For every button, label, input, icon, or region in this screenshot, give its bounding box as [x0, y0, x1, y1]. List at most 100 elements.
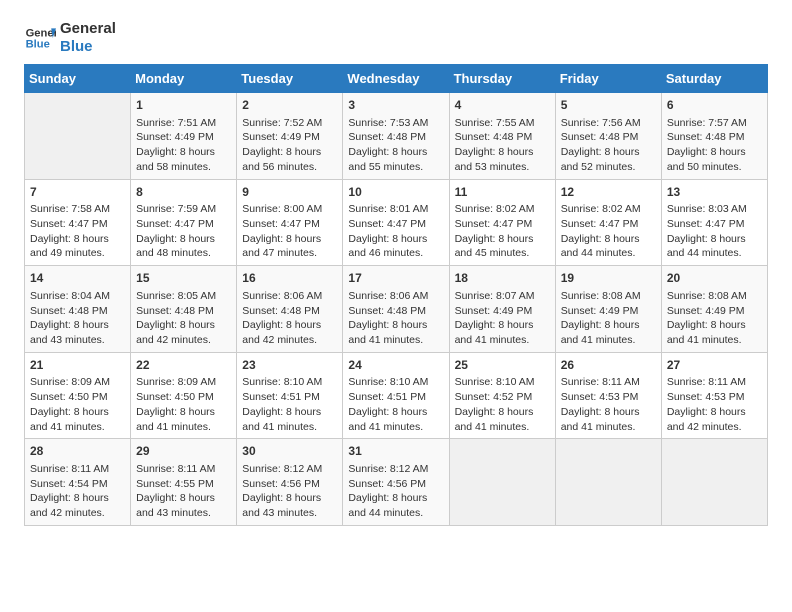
day-info-line: and 43 minutes.: [136, 506, 231, 521]
day-info-line: Sunset: 4:49 PM: [561, 304, 656, 319]
day-info-line: Sunset: 4:54 PM: [30, 477, 125, 492]
calendar-cell: 29Sunrise: 8:11 AMSunset: 4:55 PMDayligh…: [131, 439, 237, 526]
day-info-line: Sunrise: 8:01 AM: [348, 202, 443, 217]
calendar-cell: 24Sunrise: 8:10 AMSunset: 4:51 PMDayligh…: [343, 352, 449, 439]
calendar-cell: 20Sunrise: 8:08 AMSunset: 4:49 PMDayligh…: [661, 266, 767, 353]
calendar-cell: 22Sunrise: 8:09 AMSunset: 4:50 PMDayligh…: [131, 352, 237, 439]
day-info-line: and 46 minutes.: [348, 246, 443, 261]
day-info-line: Sunset: 4:48 PM: [348, 130, 443, 145]
day-info-line: Sunset: 4:55 PM: [136, 477, 231, 492]
day-number: 5: [561, 97, 656, 114]
day-info-line: Sunrise: 8:06 AM: [348, 289, 443, 304]
calendar-header-row: Sunday Monday Tuesday Wednesday Thursday…: [25, 65, 768, 93]
day-number: 26: [561, 357, 656, 374]
day-info-line: Sunset: 4:47 PM: [667, 217, 762, 232]
day-info-line: Sunrise: 7:57 AM: [667, 116, 762, 131]
day-info-line: and 41 minutes.: [561, 333, 656, 348]
day-info-line: Sunrise: 8:11 AM: [30, 462, 125, 477]
day-info-line: and 52 minutes.: [561, 160, 656, 175]
calendar-cell: 26Sunrise: 8:11 AMSunset: 4:53 PMDayligh…: [555, 352, 661, 439]
day-info-line: Sunset: 4:50 PM: [136, 390, 231, 405]
day-info-line: Daylight: 8 hours: [455, 318, 550, 333]
calendar-cell: 8Sunrise: 7:59 AMSunset: 4:47 PMDaylight…: [131, 179, 237, 266]
day-info-line: Sunrise: 8:11 AM: [561, 375, 656, 390]
day-info-line: and 41 minutes.: [30, 420, 125, 435]
calendar-cell: 18Sunrise: 8:07 AMSunset: 4:49 PMDayligh…: [449, 266, 555, 353]
day-info-line: Sunrise: 8:09 AM: [30, 375, 125, 390]
day-info-line: and 49 minutes.: [30, 246, 125, 261]
day-number: 24: [348, 357, 443, 374]
day-info-line: and 48 minutes.: [136, 246, 231, 261]
day-info-line: Sunrise: 8:06 AM: [242, 289, 337, 304]
day-info-line: Sunrise: 8:11 AM: [136, 462, 231, 477]
day-info-line: Sunset: 4:48 PM: [561, 130, 656, 145]
calendar-cell: 21Sunrise: 8:09 AMSunset: 4:50 PMDayligh…: [25, 352, 131, 439]
day-info-line: Daylight: 8 hours: [561, 318, 656, 333]
day-number: 18: [455, 270, 550, 287]
day-info-line: and 45 minutes.: [455, 246, 550, 261]
day-info-line: and 41 minutes.: [348, 420, 443, 435]
day-info-line: Sunset: 4:47 PM: [561, 217, 656, 232]
col-saturday: Saturday: [661, 65, 767, 93]
day-info-line: Daylight: 8 hours: [348, 145, 443, 160]
calendar-cell: 10Sunrise: 8:01 AMSunset: 4:47 PMDayligh…: [343, 179, 449, 266]
day-number: 27: [667, 357, 762, 374]
day-info-line: Daylight: 8 hours: [667, 318, 762, 333]
logo-icon: General Blue: [24, 22, 56, 54]
calendar-cell: 19Sunrise: 8:08 AMSunset: 4:49 PMDayligh…: [555, 266, 661, 353]
day-info-line: Daylight: 8 hours: [136, 145, 231, 160]
day-info-line: and 41 minutes.: [561, 420, 656, 435]
day-number: 31: [348, 443, 443, 460]
day-info-line: Daylight: 8 hours: [667, 145, 762, 160]
day-info-line: Sunset: 4:48 PM: [136, 304, 231, 319]
col-friday: Friday: [555, 65, 661, 93]
calendar-cell: [25, 93, 131, 180]
day-info-line: and 47 minutes.: [242, 246, 337, 261]
day-info-line: Sunrise: 8:10 AM: [242, 375, 337, 390]
day-info-line: Sunset: 4:47 PM: [136, 217, 231, 232]
day-info-line: Daylight: 8 hours: [136, 232, 231, 247]
calendar-cell: 28Sunrise: 8:11 AMSunset: 4:54 PMDayligh…: [25, 439, 131, 526]
day-info-line: Daylight: 8 hours: [242, 491, 337, 506]
day-info-line: Sunset: 4:49 PM: [455, 304, 550, 319]
day-info-line: and 53 minutes.: [455, 160, 550, 175]
day-info-line: Sunset: 4:47 PM: [348, 217, 443, 232]
col-tuesday: Tuesday: [237, 65, 343, 93]
day-number: 1: [136, 97, 231, 114]
day-number: 9: [242, 184, 337, 201]
day-info-line: Sunrise: 8:12 AM: [242, 462, 337, 477]
calendar-cell: 13Sunrise: 8:03 AMSunset: 4:47 PMDayligh…: [661, 179, 767, 266]
day-number: 22: [136, 357, 231, 374]
day-info-line: Sunset: 4:49 PM: [242, 130, 337, 145]
day-info-line: Sunrise: 7:53 AM: [348, 116, 443, 131]
day-info-line: Daylight: 8 hours: [30, 405, 125, 420]
day-info-line: Sunset: 4:49 PM: [136, 130, 231, 145]
day-info-line: Daylight: 8 hours: [561, 405, 656, 420]
logo: General Blue General Blue: [24, 20, 116, 56]
day-number: 30: [242, 443, 337, 460]
calendar-cell: 2Sunrise: 7:52 AMSunset: 4:49 PMDaylight…: [237, 93, 343, 180]
day-info-line: Sunrise: 8:10 AM: [455, 375, 550, 390]
day-info-line: Sunset: 4:47 PM: [242, 217, 337, 232]
day-info-line: Sunset: 4:51 PM: [242, 390, 337, 405]
calendar-cell: 25Sunrise: 8:10 AMSunset: 4:52 PMDayligh…: [449, 352, 555, 439]
day-info-line: Daylight: 8 hours: [667, 405, 762, 420]
day-info-line: and 44 minutes.: [348, 506, 443, 521]
day-info-line: and 41 minutes.: [667, 333, 762, 348]
day-info-line: Sunrise: 8:02 AM: [561, 202, 656, 217]
day-info-line: Daylight: 8 hours: [242, 405, 337, 420]
calendar-cell: 7Sunrise: 7:58 AMSunset: 4:47 PMDaylight…: [25, 179, 131, 266]
page-header: General Blue General Blue: [24, 20, 768, 56]
day-info-line: Sunset: 4:51 PM: [348, 390, 443, 405]
calendar-cell: 4Sunrise: 7:55 AMSunset: 4:48 PMDaylight…: [449, 93, 555, 180]
day-info-line: and 44 minutes.: [561, 246, 656, 261]
calendar-week-row: 1Sunrise: 7:51 AMSunset: 4:49 PMDaylight…: [25, 93, 768, 180]
day-info-line: Sunrise: 8:12 AM: [348, 462, 443, 477]
calendar-cell: 9Sunrise: 8:00 AMSunset: 4:47 PMDaylight…: [237, 179, 343, 266]
day-number: 6: [667, 97, 762, 114]
day-number: 29: [136, 443, 231, 460]
day-info-line: Sunset: 4:56 PM: [242, 477, 337, 492]
calendar-cell: 15Sunrise: 8:05 AMSunset: 4:48 PMDayligh…: [131, 266, 237, 353]
day-number: 23: [242, 357, 337, 374]
day-info-line: Daylight: 8 hours: [561, 145, 656, 160]
